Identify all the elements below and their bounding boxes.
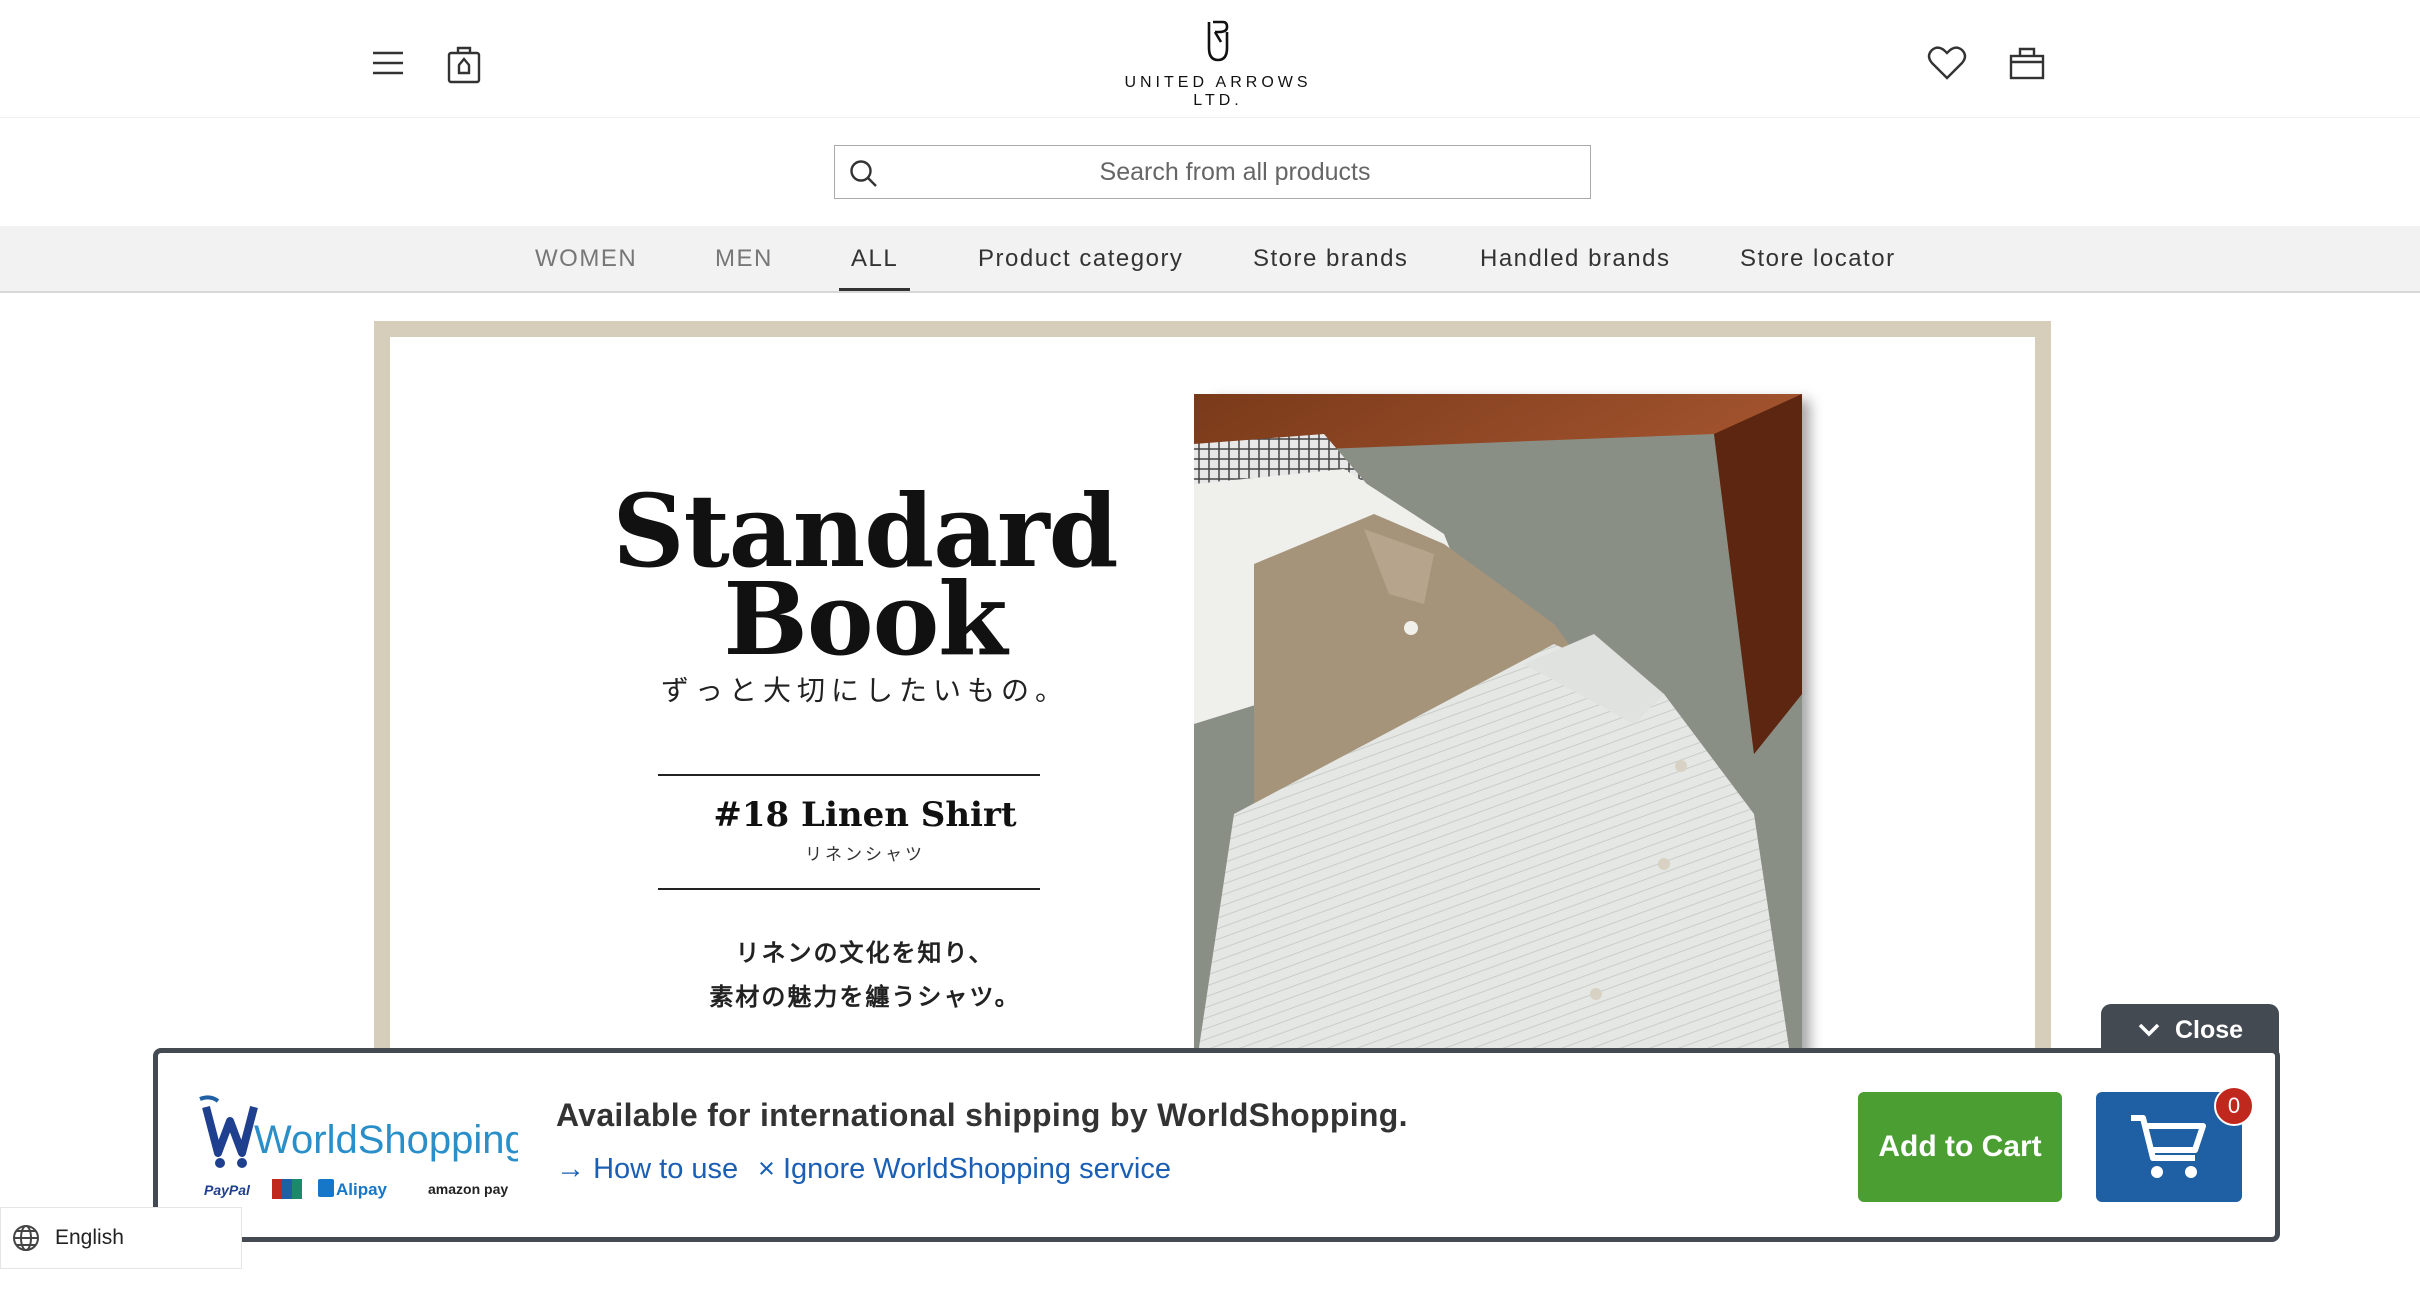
banner-content: Standard Book ずっと大切にしたいもの。 #18 Linen Shi…: [390, 337, 2035, 1081]
ignore-worldshopping-link[interactable]: × Ignore WorldShopping service: [758, 1153, 1171, 1186]
how-to-use-link[interactable]: → How to use: [556, 1153, 738, 1186]
clipboard-tag-icon[interactable]: [442, 40, 486, 88]
worldshopping-logo-text: WorldShopping: [254, 1118, 518, 1162]
nav-store-locator[interactable]: Store locator: [1740, 226, 1896, 291]
chevron-down-icon: [2138, 1023, 2160, 1037]
hamburger-menu-icon[interactable]: [368, 43, 408, 83]
feature-banner[interactable]: Standard Book ずっと大切にしたいもの。 #18 Linen Shi…: [374, 321, 2051, 1081]
banner-issue: #18 Linen Shirt: [713, 795, 1017, 835]
page: UNITED ARROWS LTD. WOMEN MEN ALL Product…: [0, 0, 2420, 1290]
paypal-logo: PayPal: [204, 1182, 251, 1198]
close-x-icon: ×: [758, 1153, 783, 1185]
brand-logo[interactable]: UNITED ARROWS LTD.: [1100, 18, 1336, 110]
banner-subtitle: ずっと大切にしたいもの。: [660, 674, 1069, 707]
close-label: Close: [2174, 1015, 2244, 1044]
site-header: UNITED ARROWS LTD.: [0, 0, 2420, 118]
cart-count-badge: 0: [2214, 1086, 2254, 1126]
banner-tagline-1: リネンの文化を知り、: [735, 938, 995, 967]
brand-name: UNITED ARROWS LTD.: [1124, 74, 1312, 109]
heart-icon[interactable]: [1924, 40, 1970, 86]
worldshopping-headline: Available for international shipping by …: [556, 1097, 1408, 1133]
linen-shirt-photo: [1194, 394, 1802, 1081]
nav-handled-brands[interactable]: Handled brands: [1480, 226, 1670, 291]
alipay-logo: Alipay: [336, 1180, 388, 1199]
banner-issue-jp: リネンシャツ: [805, 845, 925, 865]
nav-men[interactable]: MEN: [715, 226, 773, 291]
shopping-cart-icon: [2131, 1115, 2206, 1178]
search-input[interactable]: [895, 146, 1575, 198]
nav-store-brands[interactable]: Store brands: [1253, 226, 1408, 291]
arrow-right-icon: →: [556, 1153, 594, 1185]
language-selector[interactable]: English: [0, 1207, 242, 1269]
search-box[interactable]: [834, 145, 1591, 199]
nav-product-category[interactable]: Product category: [978, 226, 1183, 291]
nav-women[interactable]: WOMEN: [535, 226, 637, 291]
brand-mark-icon: [1207, 20, 1229, 62]
banner-divider-bottom: [658, 888, 1040, 890]
language-label: English: [55, 1226, 124, 1249]
globe-icon: [13, 1225, 39, 1251]
nav-all[interactable]: ALL: [839, 226, 911, 291]
amazon-pay-logo: amazon pay: [428, 1181, 508, 1197]
banner-title: Standard Book: [600, 481, 1130, 669]
search-icon[interactable]: [849, 159, 879, 194]
banner-divider-top: [658, 774, 1040, 776]
add-to-cart-button[interactable]: Add to Cart: [1858, 1092, 2062, 1202]
banner-tagline-2: 素材の魅力を纏うシャツ。: [709, 982, 1021, 1011]
how-to-use-label: How to use: [593, 1153, 739, 1185]
worldshopping-banner: WorldShopping PayPal Alipay amazon pay A…: [153, 1048, 2280, 1242]
ignore-label: Ignore WorldShopping service: [783, 1153, 1171, 1185]
shopping-bag-icon[interactable]: [2004, 40, 2050, 86]
category-nav: WOMEN MEN ALL Product category Store bra…: [0, 226, 2420, 293]
worldshopping-logo: WorldShopping PayPal Alipay amazon pay: [198, 1093, 527, 1208]
